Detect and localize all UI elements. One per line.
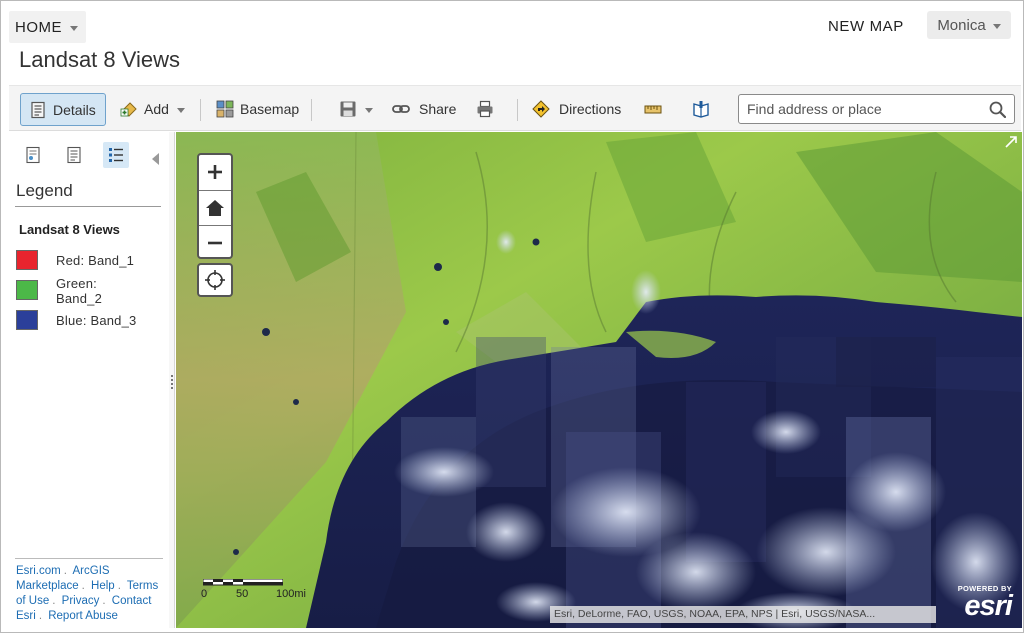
crosshair-icon [205,270,225,290]
scale-label-100: 100mi [276,588,306,600]
user-name: Monica [937,16,986,34]
chevron-down-icon [992,23,1001,29]
add-button[interactable]: Add [120,95,185,123]
add-label: Add [144,101,169,117]
satellite-imagery [176,132,1022,628]
scale-label-0: 0 [201,588,208,600]
basemap-button[interactable]: Basemap [216,95,299,123]
collapse-panel-icon[interactable] [152,153,159,165]
page-title: Landsat 8 Views [19,47,181,72]
content-icon [67,146,81,164]
sidebar-tabs [9,138,169,170]
legend-label-green: Green: Band_2 [56,276,103,306]
zoom-in-button[interactable] [199,155,231,189]
measure-button[interactable] [644,95,668,123]
home-menu-button[interactable]: HOME [9,11,86,43]
directions-label: Directions [559,101,622,117]
search-box [738,94,1015,124]
home-extent-button[interactable] [199,190,231,224]
chevron-down-icon [176,107,185,113]
legend-label-blue: Blue: Band_3 [56,313,137,328]
legend-swatch-red [16,250,38,270]
basemap-icon [216,100,234,118]
legend-layer-title: Landsat 8 Views [19,222,120,237]
legend-swatch-green [16,280,38,300]
directions-icon [532,100,550,118]
sidebar-panel: Legend Landsat 8 Views Red: Band_1 Green… [9,132,169,628]
add-icon [120,102,137,117]
scale-label-50: 50 [236,588,249,600]
bookmarks-icon [693,101,709,118]
top-header: HOME NEW MAP Monica [1,1,1023,45]
save-icon [340,101,356,117]
new-map-link[interactable]: NEW MAP [828,18,904,35]
map-toolbar: Details Add Basemap Share Directions Fin… [9,85,1021,131]
bookmarks-button[interactable] [692,95,716,123]
expand-icon[interactable] [1004,135,1018,149]
zoom-controls [197,153,233,259]
chevron-down-icon [70,25,78,31]
footer-links: Esri.com. ArcGIS Marketplace. Help. Term… [16,565,159,622]
tab-about[interactable] [20,142,46,168]
legend-swatch-blue [16,310,38,330]
details-label: Details [53,101,96,118]
search-input[interactable] [747,100,977,118]
search-icon[interactable] [989,101,1006,118]
print-icon [477,100,493,118]
map-attribution[interactable]: Esri, DeLorme, FAO, USGS, NOAA, EPA, NPS… [550,606,936,623]
toolbar-divider [517,99,518,121]
details-icon [31,101,45,118]
share-icon [392,105,410,113]
basemap-label: Basemap [240,101,300,117]
print-button[interactable] [476,95,500,123]
drag-handle-icon [171,375,173,389]
esri-logo[interactable]: POWERED BY esri [944,584,1013,624]
tab-legend[interactable] [103,142,129,168]
details-button[interactable]: Details [20,93,106,126]
chevron-down-icon [365,107,373,113]
locate-button[interactable] [197,263,233,297]
about-icon [26,146,40,164]
footer-link-help[interactable]: Help [91,580,115,592]
tab-content[interactable] [61,142,87,168]
share-button[interactable]: Share [392,95,456,123]
minus-icon [208,241,222,244]
share-label: Share [419,101,457,117]
legend-icon [109,148,123,162]
user-menu-button[interactable]: Monica [927,11,1011,39]
panel-splitter[interactable] [169,132,175,628]
legend-heading: Legend [16,181,73,200]
footer-link-report[interactable]: Report Abuse [48,610,118,622]
legend-divider [15,206,161,207]
measure-icon [644,105,662,114]
footer-link-esri[interactable]: Esri.com [16,565,61,577]
home-label: HOME [15,18,62,36]
zoom-out-button[interactable] [199,225,231,259]
plus-icon [208,165,222,179]
logo-wordmark: esri [964,590,1013,622]
home-icon [206,199,224,216]
save-button[interactable] [339,95,373,123]
map-view[interactable]: 0 50 100mi Esri, DeLorme, FAO, USGS, NOA… [176,132,1022,628]
toolbar-divider [200,99,201,121]
directions-button[interactable]: Directions [532,95,621,123]
app-window: HOME NEW MAP Monica Landsat 8 Views Deta… [0,0,1024,633]
footer-link-privacy[interactable]: Privacy [62,595,100,607]
toolbar-divider [311,99,312,121]
legend-label-red: Red: Band_1 [56,253,135,268]
footer-divider [15,558,163,559]
